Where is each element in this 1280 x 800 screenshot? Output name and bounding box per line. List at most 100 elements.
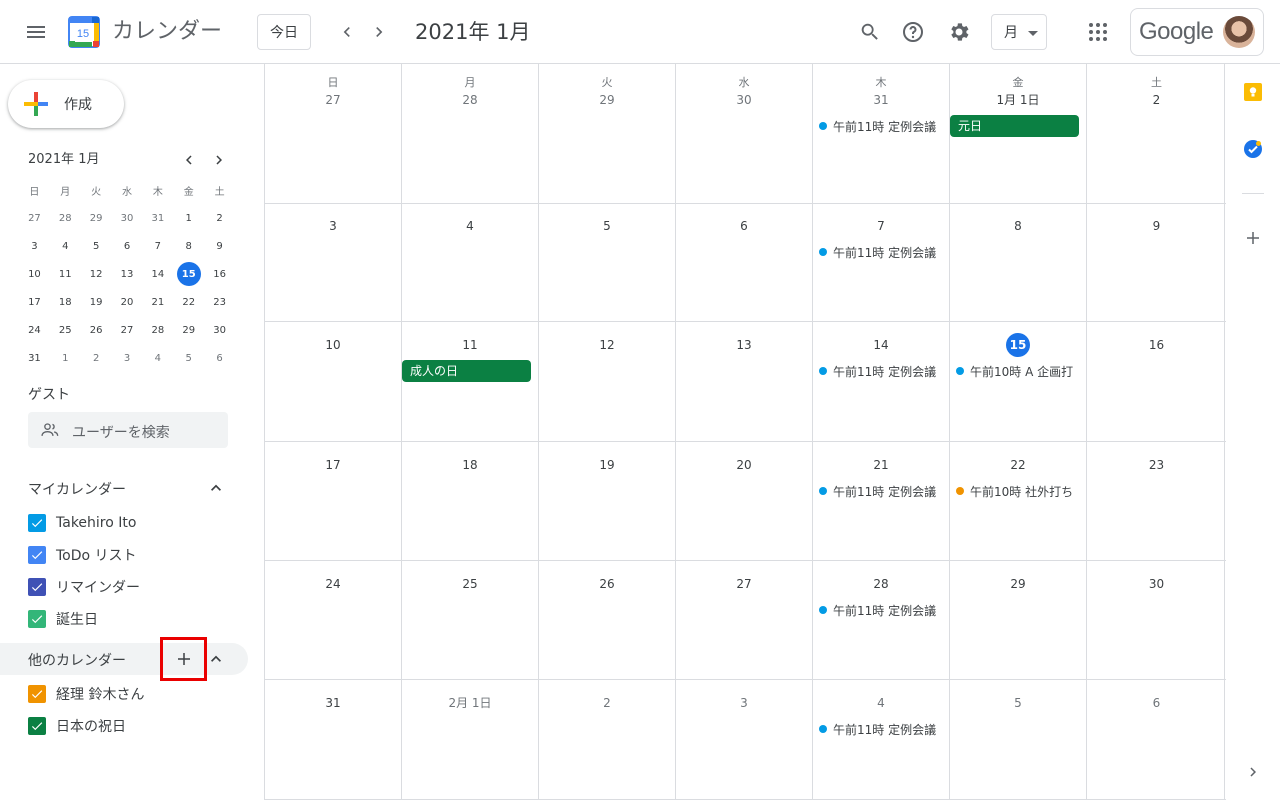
day-number[interactable]: 4 <box>402 214 538 238</box>
day-number[interactable]: 30 <box>676 88 812 112</box>
day-cell[interactable]: 7 午前11時 定例会議 <box>813 203 950 321</box>
mini-day[interactable]: 28 <box>142 316 173 344</box>
mini-day[interactable]: 6 <box>112 232 143 260</box>
day-number[interactable]: 5 <box>950 691 1086 715</box>
main-menu-button[interactable] <box>16 12 56 52</box>
mini-day[interactable]: 31 <box>142 204 173 232</box>
mini-day[interactable]: 20 <box>112 288 143 316</box>
create-button[interactable]: 作成 <box>8 80 124 128</box>
calendar-item[interactable]: Takehiro Ito <box>28 511 136 535</box>
other-calendars-header[interactable]: 他のカレンダー <box>0 643 248 675</box>
calendar-checkbox[interactable] <box>28 514 46 532</box>
day-cell[interactable]: 金 1月 1日 元日 <box>950 64 1087 203</box>
view-selector[interactable]: 月 <box>991 14 1047 50</box>
mini-day[interactable]: 5 <box>173 344 204 372</box>
next-month-button[interactable] <box>363 16 395 48</box>
day-cell[interactable]: 火 29 <box>539 64 676 203</box>
day-cell[interactable]: 17 <box>265 442 402 560</box>
mini-day[interactable]: 21 <box>142 288 173 316</box>
day-number[interactable]: 21 <box>813 453 949 477</box>
mini-calendar-prev-button[interactable] <box>177 148 201 172</box>
day-number[interactable]: 28 <box>402 88 538 112</box>
mini-day[interactable]: 23 <box>204 288 235 316</box>
day-cell[interactable]: 29 <box>950 561 1087 679</box>
day-cell[interactable]: 23 <box>1087 442 1226 560</box>
day-number[interactable]: 2月 1日 <box>402 691 538 715</box>
calendar-item[interactable]: 日本の祝日 <box>28 714 126 738</box>
day-number[interactable]: 30 <box>1087 572 1226 596</box>
timed-event[interactable]: 午前11時 定例会議 <box>819 116 948 136</box>
mini-day[interactable]: 29 <box>173 316 204 344</box>
day-cell[interactable]: 31 <box>265 680 402 799</box>
mini-day[interactable]: 4 <box>50 232 81 260</box>
settings-button[interactable] <box>939 12 979 52</box>
mini-calendar-next-button[interactable] <box>207 148 231 172</box>
day-number[interactable]: 16 <box>1087 333 1226 357</box>
mini-day[interactable]: 1 <box>173 204 204 232</box>
day-cell[interactable]: 8 <box>950 203 1087 321</box>
mini-day[interactable]: 26 <box>81 316 112 344</box>
mini-day[interactable]: 28 <box>50 204 81 232</box>
mini-day[interactable]: 3 <box>19 232 50 260</box>
get-addons-button[interactable] <box>1233 218 1273 258</box>
expand-side-panel-button[interactable] <box>1233 752 1273 792</box>
mini-day[interactable]: 17 <box>19 288 50 316</box>
mini-day[interactable]: 22 <box>173 288 204 316</box>
day-cell[interactable]: 16 <box>1087 322 1226 441</box>
day-number[interactable]: 14 <box>813 333 949 357</box>
timed-event[interactable]: 午前11時 定例会議 <box>819 361 948 381</box>
mini-day[interactable]: 30 <box>112 204 143 232</box>
day-cell[interactable]: 15 午前10時 A 企画打 <box>950 322 1087 441</box>
account-button[interactable]: Google <box>1130 8 1264 56</box>
day-number[interactable]: 1月 1日 <box>950 88 1086 112</box>
day-number[interactable]: 31 <box>265 691 401 715</box>
day-cell[interactable]: 13 <box>676 322 813 441</box>
mini-day[interactable]: 16 <box>204 260 235 288</box>
day-cell[interactable]: 30 <box>1087 561 1226 679</box>
all-day-event[interactable]: 成人の日 <box>402 360 531 382</box>
day-cell[interactable]: 28 午前11時 定例会議 <box>813 561 950 679</box>
timed-event[interactable]: 午前11時 定例会議 <box>819 600 948 620</box>
day-number[interactable]: 13 <box>676 333 812 357</box>
day-number[interactable]: 27 <box>265 88 401 112</box>
day-number[interactable]: 6 <box>676 214 812 238</box>
day-number[interactable]: 18 <box>402 453 538 477</box>
day-cell[interactable]: 18 <box>402 442 539 560</box>
day-number[interactable]: 10 <box>265 333 401 357</box>
day-number[interactable]: 3 <box>676 691 812 715</box>
mini-day[interactable]: 1 <box>50 344 81 372</box>
day-cell[interactable]: 24 <box>265 561 402 679</box>
mini-day[interactable]: 6 <box>204 344 235 372</box>
day-number[interactable]: 5 <box>539 214 675 238</box>
today-button[interactable]: 今日 <box>257 14 311 50</box>
day-number[interactable]: 6 <box>1087 691 1226 715</box>
day-cell[interactable]: 20 <box>676 442 813 560</box>
day-number[interactable]: 22 <box>950 453 1086 477</box>
apps-button[interactable] <box>1078 12 1118 52</box>
all-day-event[interactable]: 元日 <box>950 115 1079 137</box>
day-number[interactable]: 9 <box>1087 214 1226 238</box>
day-number[interactable]: 29 <box>950 572 1086 596</box>
calendar-checkbox[interactable] <box>28 685 46 703</box>
mini-day[interactable]: 9 <box>204 232 235 260</box>
day-cell[interactable]: 2月 1日 <box>402 680 539 799</box>
mini-day-today[interactable]: 15 <box>173 260 204 288</box>
day-cell[interactable]: 3 <box>676 680 813 799</box>
day-number[interactable]: 11 <box>402 333 538 357</box>
day-cell[interactable]: 27 <box>676 561 813 679</box>
mini-day[interactable]: 2 <box>81 344 112 372</box>
day-cell[interactable]: 日 27 <box>265 64 402 203</box>
day-number[interactable]: 28 <box>813 572 949 596</box>
day-number[interactable]: 24 <box>265 572 401 596</box>
day-cell[interactable]: 月 28 <box>402 64 539 203</box>
day-cell[interactable]: 6 <box>676 203 813 321</box>
mini-day[interactable]: 19 <box>81 288 112 316</box>
collapse-other-calendars-button[interactable] <box>204 647 228 671</box>
mini-day[interactable]: 14 <box>142 260 173 288</box>
mini-day[interactable]: 31 <box>19 344 50 372</box>
day-number[interactable]: 8 <box>950 214 1086 238</box>
day-number[interactable]: 17 <box>265 453 401 477</box>
tasks-button[interactable] <box>1233 129 1273 169</box>
mini-day[interactable]: 4 <box>142 344 173 372</box>
day-cell[interactable]: 4 午前11時 定例会議 <box>813 680 950 799</box>
